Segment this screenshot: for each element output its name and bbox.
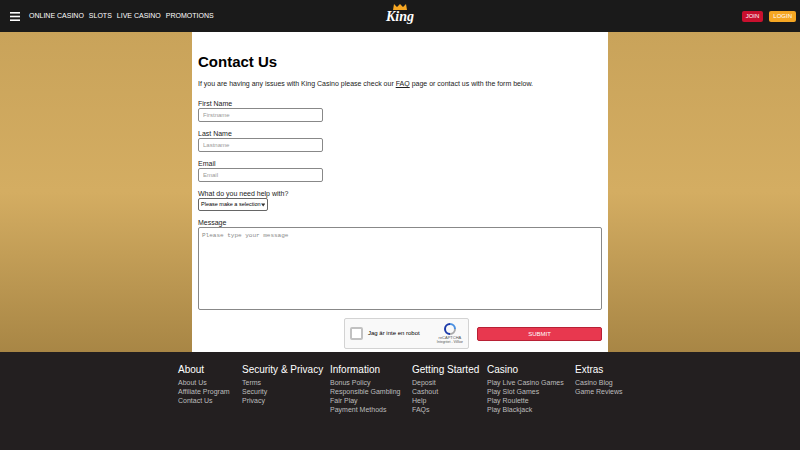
top-nav: ONLINE CASINO SLOTS LIVE CASINO PROMOTIONS K… (0, 0, 800, 32)
select-value: Please make a selection (201, 200, 261, 208)
footer-heading: Information (330, 363, 412, 376)
captcha-label: Jag är inte en robot (368, 329, 432, 338)
recaptcha-icon (444, 323, 456, 335)
form-field: Email (198, 159, 602, 182)
field-label: Email (198, 159, 602, 168)
footer-heading: Getting Started (412, 363, 487, 376)
footer-link[interactable]: Help (412, 396, 487, 405)
footer-link[interactable]: Casino Blog (575, 378, 645, 387)
footer-link[interactable]: Play Slot Games (487, 387, 575, 396)
logo-text: King (386, 10, 414, 24)
hamburger-icon[interactable] (10, 12, 20, 21)
text-input[interactable] (198, 168, 323, 182)
footer-heading: Casino (487, 363, 575, 376)
nav-link[interactable]: SLOTS (89, 11, 112, 22)
captcha-brand-text: reCAPTCHA (439, 335, 462, 340)
footer-column: Security & Privacy TermsSecurityPrivacy (242, 363, 330, 450)
footer-column: Extras Casino BlogGame Reviews (575, 363, 645, 450)
footer-link[interactable]: Bonus Policy (330, 378, 412, 387)
footer-link[interactable]: Fair Play (330, 396, 412, 405)
help-select[interactable]: Please make a selection (198, 198, 268, 211)
nav-link[interactable]: ONLINE CASINO (29, 11, 84, 22)
field-label: Last Name (198, 129, 602, 138)
footer-link[interactable]: Security (242, 387, 330, 396)
footer-column: Getting Started DepositCashoutHelpFAQs (412, 363, 487, 450)
nav-link[interactable]: PROMOTIONS (166, 11, 214, 22)
field-label: First Name (198, 99, 602, 108)
footer-link[interactable]: Play Live Casino Games (487, 378, 575, 387)
form-field: First Name (198, 99, 602, 122)
captcha-links[interactable]: Integritet - Villkor (437, 340, 463, 344)
footer-link[interactable]: Responsible Gambling (330, 387, 412, 396)
nav-link[interactable]: LIVE CASINO (117, 11, 161, 22)
field-label: What do you need help with? (198, 189, 602, 198)
auth-buttons: JOIN LOGIN (742, 11, 796, 22)
footer-link[interactable]: Payment Methods (330, 405, 412, 414)
footer-link[interactable]: FAQs (412, 405, 487, 414)
page-title: Contact Us (198, 53, 602, 71)
footer-link[interactable]: Play Blackjack (487, 405, 575, 414)
footer-link[interactable]: Terms (242, 378, 330, 387)
page: ONLINE CASINO SLOTS LIVE CASINO PROMOTIONS K… (0, 0, 800, 450)
faq-link[interactable]: FAQ (396, 80, 410, 87)
nav-links: ONLINE CASINO SLOTS LIVE CASINO PROMOTIONS (29, 11, 214, 22)
form-field: Last Name (198, 129, 602, 152)
chevron-down-icon (261, 203, 265, 207)
message-textarea[interactable] (198, 227, 602, 310)
captcha-brand: reCAPTCHAIntegritet - Villkor (437, 323, 463, 344)
form-field: What do you need help with? Please make a… (198, 189, 602, 211)
footer-heading: Security & Privacy (242, 363, 330, 376)
form-field: Message (198, 218, 602, 310)
footer-heading: Extras (575, 363, 645, 376)
footer-column: About About UsAffiliate ProgramContact Us (178, 363, 242, 450)
hero: Contact Us If you are having any issues w… (0, 32, 800, 352)
footer-link[interactable]: Cashout (412, 387, 487, 396)
footer-column: Information Bonus PolicyResponsible Gambl… (330, 363, 412, 450)
submit-button[interactable]: SUBMIT (477, 327, 602, 341)
field-label: Message (198, 218, 602, 227)
footer-link[interactable]: Privacy (242, 396, 330, 405)
auth-button[interactable]: LOGIN (769, 11, 796, 22)
footer-column: Casino Play Live Casino GamesPlay Slot Ga… (487, 363, 575, 450)
auth-button[interactable]: JOIN (742, 11, 764, 22)
footer-heading: About (178, 363, 242, 376)
logo[interactable]: King (386, 4, 414, 24)
footer: About About UsAffiliate ProgramContact Us… (0, 352, 800, 450)
text-input[interactable] (198, 138, 323, 152)
recaptcha: Jag är inte en robot reCAPTCHAIntegritet … (344, 318, 469, 349)
footer-link[interactable]: Contact Us (178, 396, 242, 405)
footer-link[interactable]: Affiliate Program (178, 387, 242, 396)
submit-row: Jag är inte en robot reCAPTCHAIntegritet … (198, 318, 602, 349)
captcha-checkbox[interactable] (350, 327, 363, 340)
footer-link[interactable]: About Us (178, 378, 242, 387)
footer-link[interactable]: Game Reviews (575, 387, 645, 396)
footer-link[interactable]: Deposit (412, 378, 487, 387)
contact-panel: Contact Us If you are having any issues w… (192, 32, 608, 352)
text-input[interactable] (198, 108, 323, 122)
footer-link[interactable]: Play Roulette (487, 396, 575, 405)
intro-text: If you are having any issues with King C… (198, 79, 602, 88)
